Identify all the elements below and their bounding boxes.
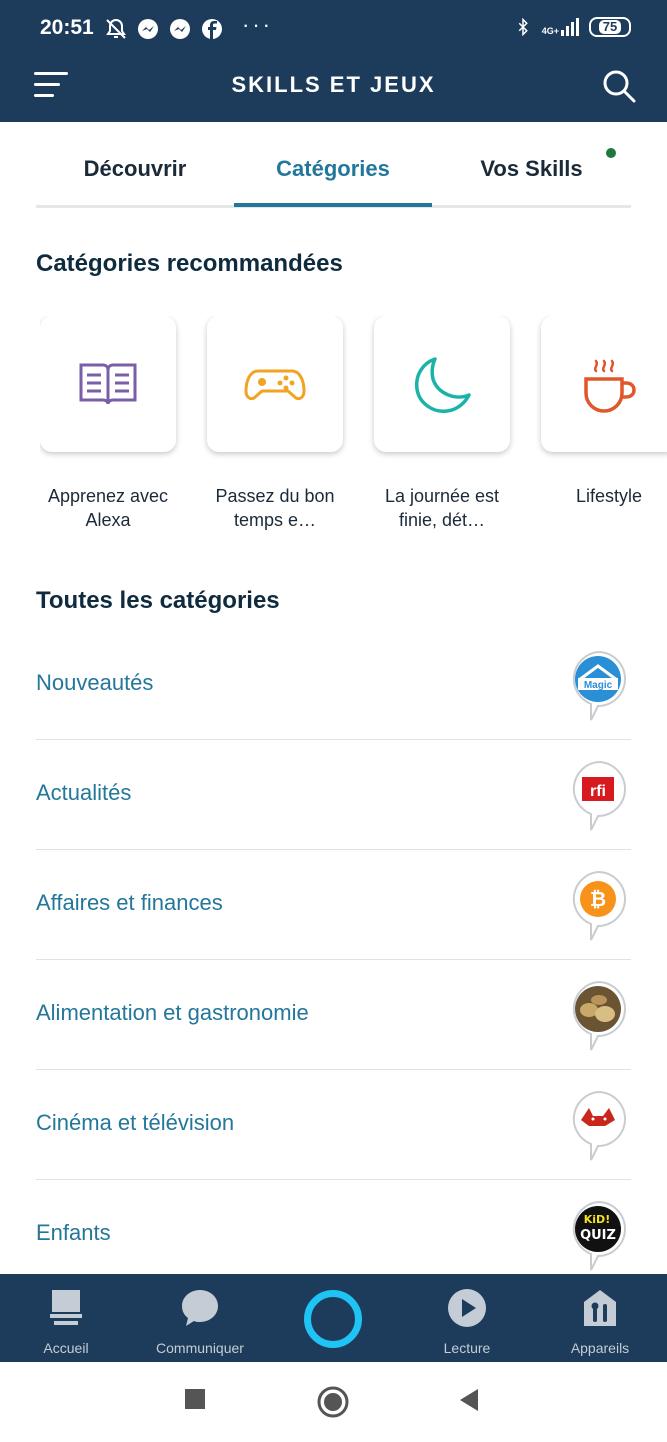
cheese-icon [572,980,626,1051]
tab-bar: Découvrir Catégories Vos Skills [36,122,631,208]
network-type: 4G+ [541,26,559,36]
back-button[interactable] [458,1388,480,1412]
home-icon [50,1290,82,1325]
category-card[interactable]: Passez du bon temps e… [207,316,343,532]
category-card[interactable]: Lifestyle [541,316,667,508]
alarm-off-icon [106,18,126,39]
category-card[interactable]: La journée est finie, dét… [374,316,510,532]
bottom-nav: Accueil Communiquer Lecture Appareils [0,1274,667,1362]
bluetooth-icon [518,17,528,37]
category-card-label: Lifestyle [575,486,643,506]
svg-text:rfi: rfi [590,783,606,800]
category-card-tile[interactable] [541,316,667,452]
list-item[interactable]: Alimentation et gastronomie [36,960,631,1070]
category-name: Nouveautés [36,670,154,695]
tab-your-skills[interactable]: Vos Skills [432,156,631,182]
tab-discover[interactable]: Découvrir [36,156,234,182]
category-list: Nouveautés Magic Actualités rfi Affaires… [36,630,631,1290]
all-categories-title: Toutes les catégories [36,587,280,614]
category-name: Alimentation et gastronomie [36,1000,309,1025]
recommended-carousel[interactable]: Apprenez avec Alexa Passez du bon temps … [40,316,667,536]
svg-text:Magic: Magic [584,680,613,691]
home-button[interactable] [317,1386,349,1418]
active-tab-indicator [234,203,432,207]
battery-icon: 75 [589,17,631,37]
more-dots-icon: ··· [242,12,273,37]
status-time: 20:51 [40,16,94,39]
nav-devices[interactable]: Appareils [540,1288,660,1356]
system-nav-bar [0,1362,667,1442]
nav-home[interactable]: Accueil [6,1288,126,1356]
page-title: SKILLS ET JEUX [231,72,436,97]
battery-level: 75 [598,20,622,34]
messenger-icon [170,19,190,39]
category-card-label: Passez du bon temps e… [215,486,335,530]
category-name: Actualités [36,780,132,805]
chat-icon [182,1290,218,1326]
list-item[interactable]: Actualités rfi [36,740,631,850]
list-item[interactable]: Cinéma et télévision [36,1070,631,1180]
kid-quiz-icon: KiD! QUIZ [572,1200,626,1271]
status-bar: 20:51 ··· 4G+ 75 [0,0,667,58]
nav-label: Lecture [443,1340,491,1356]
messenger-icon [138,19,158,39]
recommended-title: Catégories recommandées [36,250,343,277]
system-status: 4G+ 75 [514,16,631,38]
category-name: Affaires et finances [36,890,223,915]
nav-play[interactable]: Lecture [407,1288,527,1356]
book-icon [79,363,137,405]
facebook-icon [202,19,222,39]
devices-icon [584,1290,616,1326]
rfi-icon: rfi [572,760,626,831]
svg-text:KiD!: KiD! [584,1213,610,1226]
magic-home-icon: Magic [572,650,626,721]
fox-icon [572,1090,626,1161]
list-item[interactable]: Nouveautés Magic [36,630,631,740]
alexa-ring-icon[interactable] [304,1290,362,1348]
category-name: Cinéma et télévision [36,1110,235,1135]
category-card-label: La journée est finie, dét… [384,486,500,530]
play-icon [448,1289,486,1327]
category-card-tile[interactable] [374,316,510,452]
bitcoin-icon: ₿ [572,870,626,941]
nav-label: Appareils [570,1340,630,1356]
recents-button[interactable] [184,1388,206,1410]
app-bar: SKILLS ET JEUX [0,58,667,122]
gamepad-icon [244,369,306,401]
category-card-label: Apprenez avec Alexa [47,486,169,530]
search-icon[interactable] [599,66,639,106]
category-card[interactable]: Apprenez avec Alexa [40,316,176,532]
list-item[interactable]: Affaires et finances ₿ [36,850,631,960]
coffee-cup-icon [584,359,636,413]
category-name: Enfants [36,1220,111,1245]
notification-icons [104,17,224,41]
nav-communicate[interactable]: Communiquer [140,1288,260,1356]
notification-dot [606,148,616,158]
svg-text:QUIZ: QUIZ [580,1228,616,1243]
signal-icon: 4G+ [542,18,579,36]
nav-label: Accueil [43,1340,89,1356]
category-card-tile[interactable] [207,316,343,452]
category-card-tile[interactable] [40,316,176,452]
svg-text:₿: ₿ [590,887,606,911]
tab-categories[interactable]: Catégories [234,156,432,182]
moon-icon [414,357,471,413]
nav-label: Communiquer [156,1340,244,1356]
